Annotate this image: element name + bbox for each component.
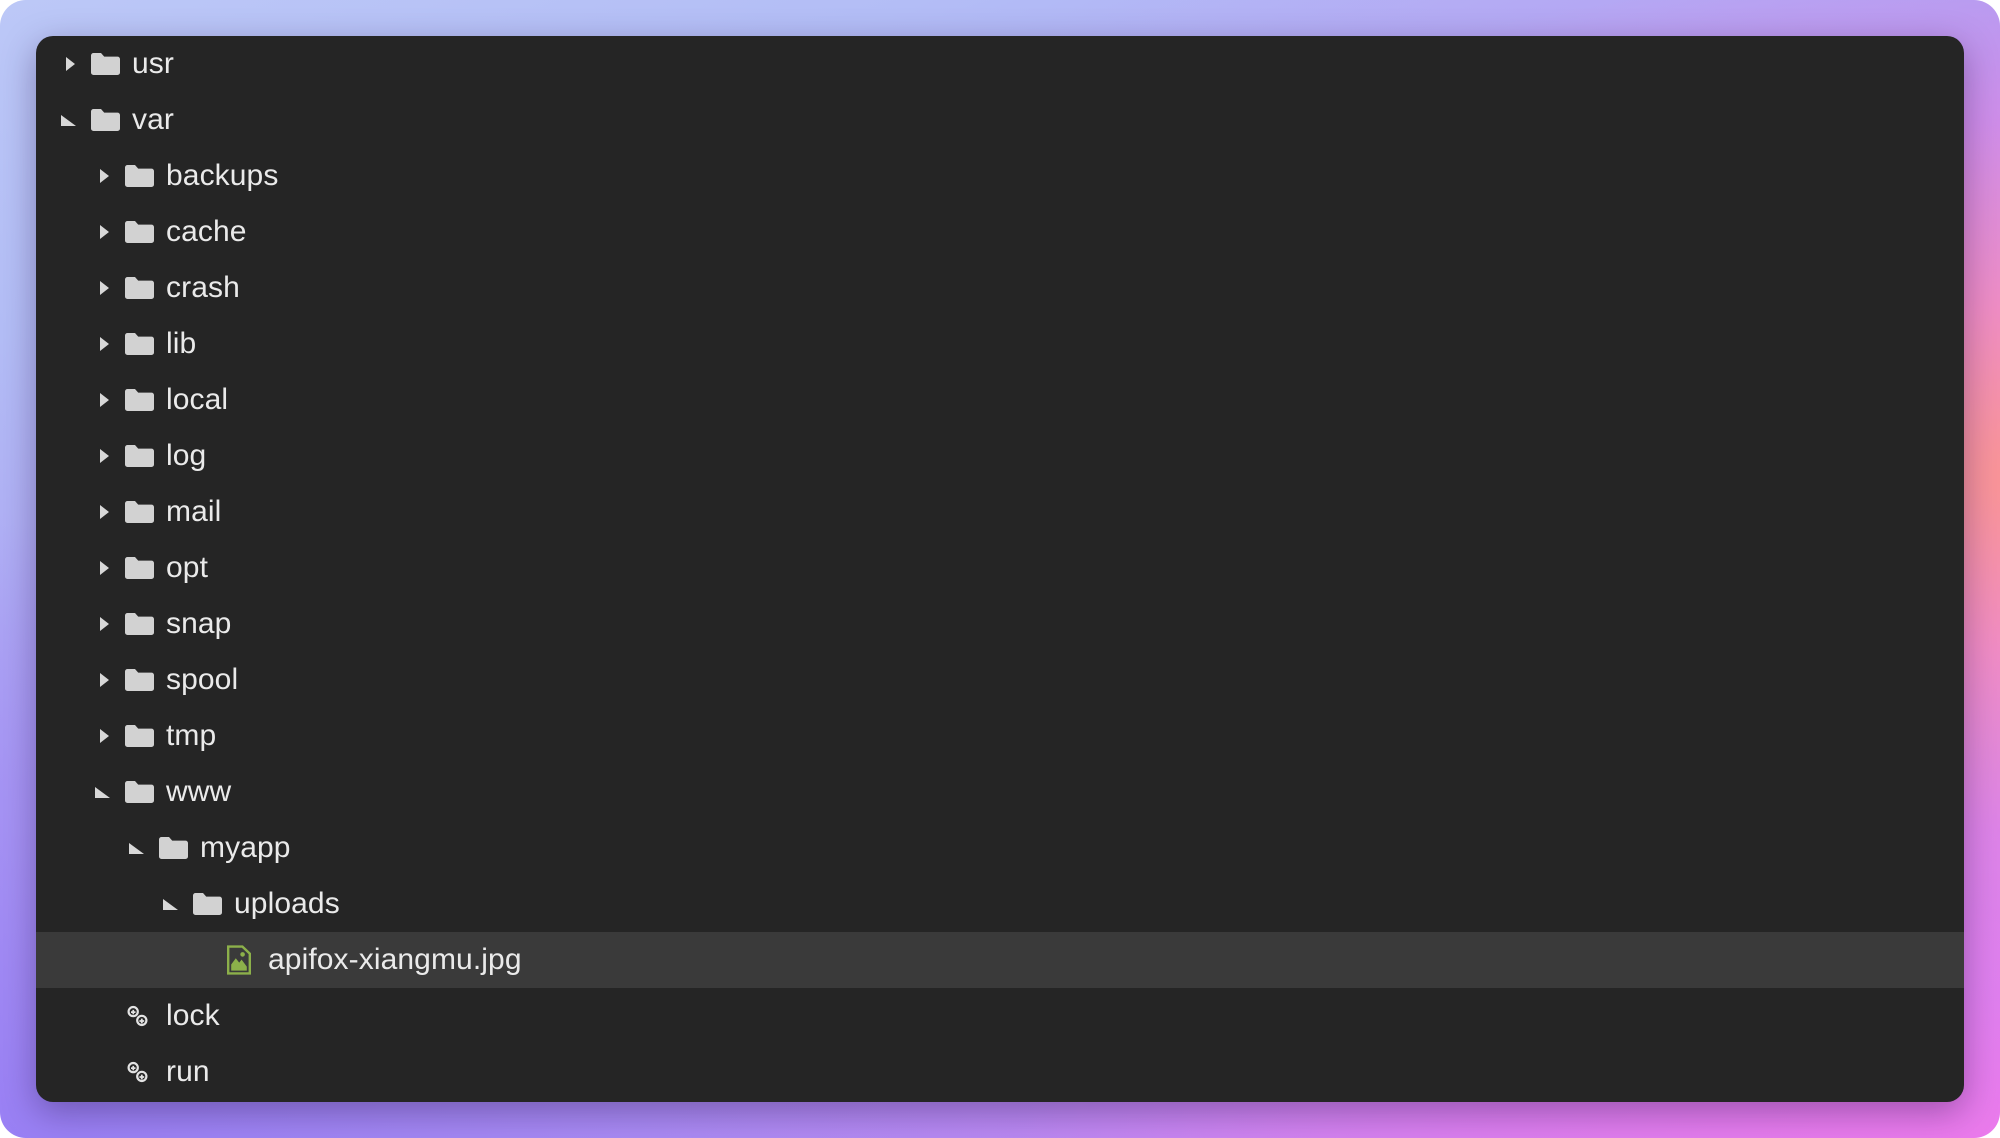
tree-item-cache[interactable]: cache bbox=[36, 204, 1964, 260]
desktop-wallpaper: usr var backups cache crash lib local log mail op… bbox=[0, 0, 2000, 1138]
folder-icon bbox=[158, 833, 190, 863]
chevron-right-icon[interactable] bbox=[92, 611, 118, 637]
tree-item-opt[interactable]: opt bbox=[36, 540, 1964, 596]
tree-item-label: myapp bbox=[200, 831, 291, 864]
folder-icon bbox=[124, 329, 156, 359]
tree-item-label: uploads bbox=[234, 887, 340, 920]
folder-icon bbox=[124, 777, 156, 807]
chevron-right-icon[interactable] bbox=[92, 443, 118, 469]
tree-item-tmp[interactable]: tmp bbox=[36, 708, 1964, 764]
tree-item-www[interactable]: www bbox=[36, 764, 1964, 820]
chevron-right-icon[interactable] bbox=[92, 163, 118, 189]
tree-item-crash[interactable]: crash bbox=[36, 260, 1964, 316]
file-tree-panel: usr var backups cache crash lib local log mail op… bbox=[36, 36, 1964, 1102]
tree-item-label: crash bbox=[166, 271, 240, 304]
chevron-down-icon[interactable] bbox=[58, 107, 84, 133]
folder-icon bbox=[124, 161, 156, 191]
chevron-right-icon[interactable] bbox=[92, 555, 118, 581]
tree-item-label: run bbox=[166, 1055, 210, 1088]
tree-item-lib[interactable]: lib bbox=[36, 316, 1964, 372]
chevron-down-icon[interactable] bbox=[160, 891, 186, 917]
tree-item-var[interactable]: var bbox=[36, 92, 1964, 148]
chevron-down-icon[interactable] bbox=[126, 835, 152, 861]
folder-icon bbox=[124, 665, 156, 695]
tree-item-label: backups bbox=[166, 159, 279, 192]
twisty-placeholder bbox=[92, 1003, 118, 1029]
folder-icon bbox=[124, 553, 156, 583]
tree-item-mail[interactable]: mail bbox=[36, 484, 1964, 540]
tree-item-uploads[interactable]: uploads bbox=[36, 876, 1964, 932]
tree-item-label: log bbox=[166, 439, 207, 472]
tree-item-label: local bbox=[166, 383, 229, 416]
folder-icon bbox=[90, 105, 122, 135]
tree-item-label: opt bbox=[166, 551, 209, 584]
tree-item-spool[interactable]: spool bbox=[36, 652, 1964, 708]
folder-icon bbox=[124, 497, 156, 527]
tree-item-label: mail bbox=[166, 495, 222, 528]
chevron-right-icon[interactable] bbox=[92, 499, 118, 525]
folder-icon bbox=[124, 441, 156, 471]
tree-item-apifox-xiangmu-jpg[interactable]: apifox-xiangmu.jpg bbox=[36, 932, 1964, 988]
tree-item-usr[interactable]: usr bbox=[36, 36, 1964, 92]
folder-icon bbox=[124, 721, 156, 751]
chevron-right-icon[interactable] bbox=[92, 275, 118, 301]
tree-item-label: lock bbox=[166, 999, 220, 1032]
tree-item-label: apifox-xiangmu.jpg bbox=[268, 943, 522, 976]
tree-item-label: cache bbox=[166, 215, 247, 248]
folder-icon bbox=[124, 217, 156, 247]
tree-item-run[interactable]: run bbox=[36, 1044, 1964, 1100]
tree-item-lock[interactable]: lock bbox=[36, 988, 1964, 1044]
chevron-right-icon[interactable] bbox=[92, 387, 118, 413]
image-file-icon bbox=[226, 945, 258, 975]
tree-item-label: snap bbox=[166, 607, 232, 640]
tree-item-label: var bbox=[132, 103, 174, 136]
tree-item-backups[interactable]: backups bbox=[36, 148, 1964, 204]
chevron-right-icon[interactable] bbox=[92, 667, 118, 693]
folder-icon bbox=[124, 609, 156, 639]
symlink-icon bbox=[124, 1057, 156, 1087]
tree-item-label: lib bbox=[166, 327, 197, 360]
tree-item-label: www bbox=[166, 775, 232, 808]
chevron-down-icon[interactable] bbox=[92, 779, 118, 805]
twisty-placeholder bbox=[194, 947, 220, 973]
tree-item-label: usr bbox=[132, 47, 174, 80]
folder-icon bbox=[124, 385, 156, 415]
symlink-icon bbox=[124, 1001, 156, 1031]
tree-item-snap[interactable]: snap bbox=[36, 596, 1964, 652]
chevron-right-icon[interactable] bbox=[92, 331, 118, 357]
folder-icon bbox=[124, 273, 156, 303]
tree-item-label: spool bbox=[166, 663, 239, 696]
chevron-right-icon[interactable] bbox=[92, 219, 118, 245]
twisty-placeholder bbox=[92, 1059, 118, 1085]
tree-item-myapp[interactable]: myapp bbox=[36, 820, 1964, 876]
tree-item-label: tmp bbox=[166, 719, 217, 752]
folder-icon bbox=[192, 889, 224, 919]
tree-item-log[interactable]: log bbox=[36, 428, 1964, 484]
tree-item-local[interactable]: local bbox=[36, 372, 1964, 428]
folder-icon bbox=[90, 49, 122, 79]
file-tree-list[interactable]: usr var backups cache crash lib local log mail op… bbox=[36, 36, 1964, 1100]
chevron-right-icon[interactable] bbox=[58, 51, 84, 77]
chevron-right-icon[interactable] bbox=[92, 723, 118, 749]
